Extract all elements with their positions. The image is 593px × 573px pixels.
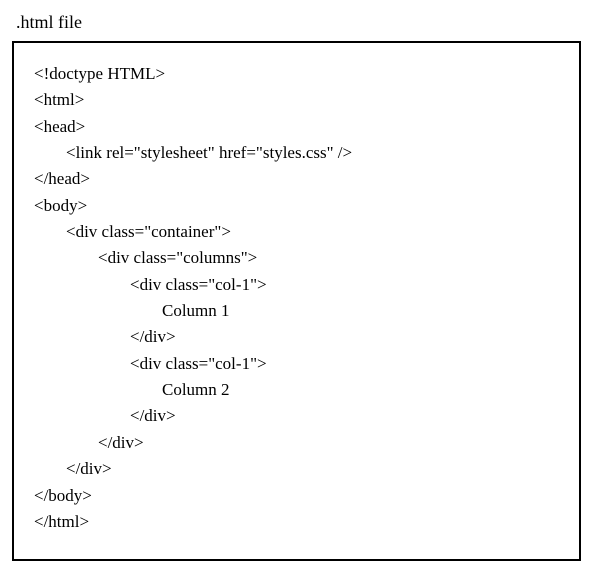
code-line: <html> bbox=[34, 87, 559, 113]
code-line: <!doctype HTML> bbox=[34, 61, 559, 87]
code-line: <div class="columns"> bbox=[34, 245, 559, 271]
code-line: <link rel="stylesheet" href="styles.css"… bbox=[34, 140, 559, 166]
code-line: <div class="container"> bbox=[34, 219, 559, 245]
file-label: .html file bbox=[16, 12, 581, 33]
code-line: </body> bbox=[34, 483, 559, 509]
code-line: </html> bbox=[34, 509, 559, 535]
code-line: <body> bbox=[34, 193, 559, 219]
code-line: </head> bbox=[34, 166, 559, 192]
code-line: </div> bbox=[34, 324, 559, 350]
code-line: Column 1 bbox=[34, 298, 559, 324]
code-box: <!doctype HTML> <html> <head> <link rel=… bbox=[12, 41, 581, 561]
code-line: </div> bbox=[34, 403, 559, 429]
code-line: Column 2 bbox=[34, 377, 559, 403]
code-line: <div class="col-1"> bbox=[34, 351, 559, 377]
code-line: <head> bbox=[34, 114, 559, 140]
code-line: </div> bbox=[34, 430, 559, 456]
code-line: </div> bbox=[34, 456, 559, 482]
code-line: <div class="col-1"> bbox=[34, 272, 559, 298]
